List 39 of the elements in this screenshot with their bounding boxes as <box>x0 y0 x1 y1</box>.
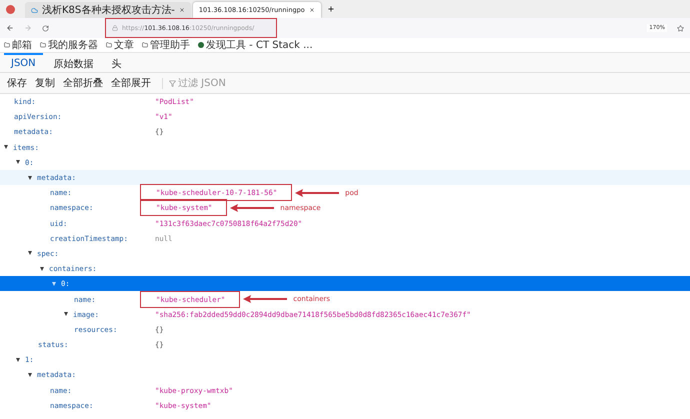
close-icon[interactable] <box>308 7 315 13</box>
new-tab-icon[interactable] <box>326 5 335 13</box>
reload-icon[interactable] <box>42 24 49 32</box>
expand-arrow-icon[interactable] <box>4 145 8 150</box>
toolbar-button[interactable]: 全部展开 <box>108 76 154 90</box>
expand-arrow-icon[interactable] <box>28 372 32 377</box>
expand-arrow-icon[interactable] <box>16 160 20 164</box>
browser-logo-icon <box>6 4 15 14</box>
viewer-tab[interactable]: 原始数据 <box>46 53 101 72</box>
folder-icon <box>106 42 112 48</box>
bookmark[interactable]: 我的服务器 <box>40 38 98 52</box>
bookmark[interactable]: 管理助手 <box>142 38 190 52</box>
lock-icon <box>112 25 118 31</box>
folder-icon <box>142 42 148 48</box>
close-icon[interactable] <box>178 7 185 13</box>
expand-arrow-icon[interactable] <box>28 251 32 256</box>
folder-icon <box>4 42 10 48</box>
site-icon <box>198 42 204 48</box>
expand-arrow-icon[interactable] <box>40 266 44 271</box>
filter-field[interactable]: 过滤 JSON <box>178 78 258 88</box>
browser-tab[interactable]: 浅析K8S各种未授权攻击方法- <box>25 2 191 18</box>
bookmark[interactable]: 文章 <box>106 38 134 52</box>
expand-arrow-icon[interactable] <box>16 358 20 362</box>
expand-arrow-icon[interactable] <box>28 176 32 180</box>
expand-arrow-icon[interactable] <box>64 312 68 316</box>
annotation-arrow-icon <box>243 295 288 304</box>
folder-icon <box>40 42 46 48</box>
cloud-icon <box>31 6 38 14</box>
bookmark[interactable]: 发现工具 - CT Stack ... <box>198 38 313 52</box>
viewer-tab[interactable]: 头 <box>104 53 129 72</box>
annotation-arrow-icon <box>230 204 274 212</box>
back-icon[interactable] <box>6 24 14 32</box>
bookmark[interactable]: 邮箱 <box>4 38 32 52</box>
toolbar-button[interactable]: 复制 <box>32 76 58 90</box>
filter-icon <box>169 80 176 86</box>
toolbar-button[interactable]: 保存 <box>4 76 30 90</box>
annotation-arrow-icon <box>295 188 340 197</box>
toolbar-button[interactable]: 全部折叠 <box>60 76 106 90</box>
star-icon[interactable] <box>677 24 684 32</box>
